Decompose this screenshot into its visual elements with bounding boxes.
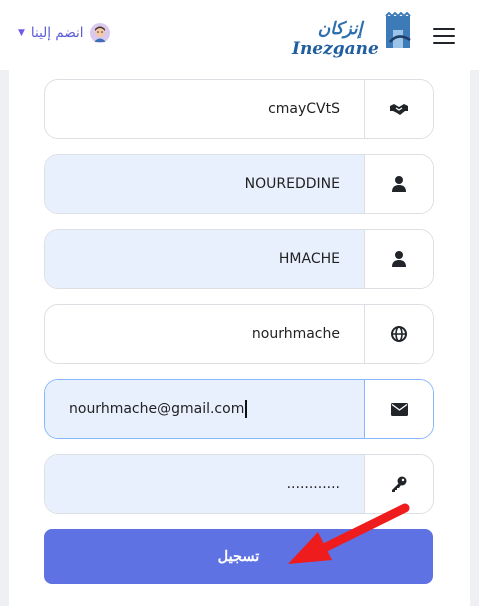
handshake-icon	[390, 104, 408, 115]
user-icon	[392, 176, 406, 192]
website-field[interactable]: nourhmache	[44, 304, 434, 364]
email-addon	[365, 380, 433, 438]
last-name-input[interactable]: HMACHE	[45, 230, 364, 288]
email-field[interactable]: nourhmache@gmail.com	[44, 379, 434, 439]
last-name-field[interactable]: HMACHE	[44, 229, 434, 289]
first-name-field[interactable]: NOUREDDINE	[44, 154, 434, 214]
logo-latin-text: Inezgane	[291, 39, 379, 59]
globe-icon	[391, 326, 407, 342]
first-name-addon	[364, 155, 433, 213]
username-field[interactable]: cmayCVtS	[44, 79, 434, 139]
envelope-icon	[390, 402, 408, 416]
user-avatar-icon	[89, 23, 110, 43]
top-navbar: ▼ انضم إلينا إنزكان Inezgane	[0, 0, 479, 70]
text-cursor	[245, 400, 247, 418]
user-icon	[392, 251, 406, 267]
key-icon	[392, 476, 407, 492]
first-name-input[interactable]: NOUREDDINE	[45, 155, 364, 213]
join-us-label: انضم إلينا	[30, 25, 84, 41]
logo-arabic-text: إنزكان	[318, 19, 365, 39]
username-input[interactable]: cmayCVtS	[45, 80, 364, 138]
join-us-dropdown[interactable]: ▼ انضم إلينا	[18, 22, 110, 44]
username-addon	[364, 80, 433, 138]
website-addon	[364, 305, 433, 363]
last-name-addon	[364, 230, 433, 288]
hamburger-menu-button[interactable]	[433, 25, 457, 45]
site-logo[interactable]: إنزكان Inezgane	[290, 11, 415, 62]
email-value: nourhmache@gmail.com	[69, 401, 245, 417]
website-input[interactable]: nourhmache	[45, 305, 364, 363]
caret-down-icon: ▼	[18, 28, 25, 38]
page-scrollbar[interactable]	[470, 70, 479, 606]
annotation-arrow	[288, 503, 410, 564]
email-input[interactable]: nourhmache@gmail.com	[45, 380, 365, 438]
